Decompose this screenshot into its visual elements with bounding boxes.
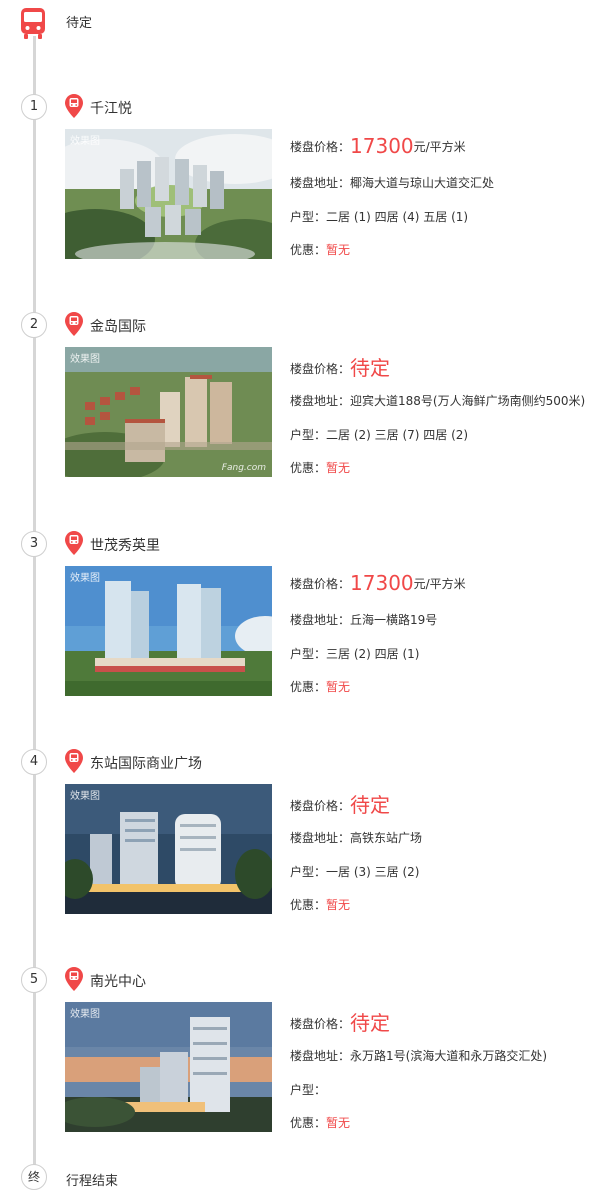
address-label: 楼盘地址： — [290, 613, 351, 627]
photo-tag: 效果图 — [70, 136, 100, 147]
price-label: 楼盘价格： — [290, 577, 351, 591]
price-unit: 元/平方米 — [413, 140, 466, 154]
end-label: 行程结束 — [66, 1174, 119, 1189]
step-number: 3 — [21, 531, 47, 557]
address-value: 丘海一横路19号 — [350, 613, 438, 627]
layout-label: 户型： — [290, 428, 327, 442]
layout-row: 户型：三居 (2) 四居 (1) — [290, 645, 419, 662]
bus-pin-icon — [65, 749, 83, 773]
layout-row: 户型：二居 (1) 四居 (4) 五居 (1) — [290, 208, 468, 225]
address-label: 楼盘地址： — [290, 1049, 351, 1063]
promo-value: 暂无 — [326, 461, 351, 475]
property-photo[interactable]: 效果图 Fang.com — [65, 347, 272, 477]
promo-row: 优惠：暂无 — [290, 1114, 350, 1131]
price-row: 楼盘价格：17300元/平方米 — [290, 571, 466, 595]
promo-label: 优惠： — [290, 898, 327, 912]
price-row: 楼盘价格：17300元/平方米 — [290, 134, 466, 158]
bus-pin-icon — [65, 312, 83, 336]
price-row: 楼盘价格：待定 — [290, 789, 390, 818]
start-label: 待定 — [66, 16, 93, 31]
property-photo[interactable]: 效果图 — [65, 129, 272, 259]
price-value: 待定 — [350, 793, 391, 817]
address-value: 椰海大道与琼山大道交汇处 — [350, 176, 495, 190]
property-photo[interactable]: 效果图 — [65, 1002, 272, 1132]
promo-value: 暂无 — [326, 898, 351, 912]
price-value: 17300 — [350, 134, 414, 158]
promo-label: 优惠： — [290, 461, 327, 475]
layout-label: 户型： — [290, 1083, 327, 1097]
property-name[interactable]: 东站国际商业广场 — [90, 753, 202, 773]
timeline-line — [33, 36, 36, 1176]
step-number: 4 — [21, 749, 47, 775]
price-label: 楼盘价格： — [290, 1017, 351, 1031]
property-name[interactable]: 世茂秀英里 — [90, 535, 160, 555]
layout-label: 户型： — [290, 865, 327, 879]
step-number: 5 — [21, 967, 47, 993]
step-number: 1 — [21, 94, 47, 120]
promo-row: 优惠：暂无 — [290, 459, 350, 476]
address-row: 楼盘地址：高铁东站广场 — [290, 829, 422, 846]
property-name[interactable]: 千江悦 — [90, 98, 132, 118]
property-name[interactable]: 南光中心 — [90, 971, 146, 991]
address-value: 迎宾大道188号(万人海鲜广场南侧约500米) — [350, 394, 586, 408]
bus-pin-icon — [65, 531, 83, 555]
layout-row: 户型：一居 (3) 三居 (2) — [290, 863, 419, 880]
property-photo[interactable]: 效果图 — [65, 566, 272, 696]
bus-pin-icon — [65, 967, 83, 991]
address-row: 楼盘地址：迎宾大道188号(万人海鲜广场南侧约500米) — [290, 392, 585, 409]
address-row: 楼盘地址：丘海一横路19号 — [290, 611, 437, 628]
address-value: 高铁东站广场 — [350, 831, 423, 845]
layout-row: 户型： — [290, 1081, 326, 1098]
property-photo[interactable]: 效果图 — [65, 784, 272, 914]
layout-value: 一居 (3) 三居 (2) — [326, 865, 420, 879]
promo-value: 暂无 — [326, 243, 351, 257]
price-label: 楼盘价格： — [290, 362, 351, 376]
bus-pin-icon — [65, 94, 83, 118]
price-value: 待定 — [350, 356, 391, 380]
photo-watermark: Fang.com — [221, 463, 266, 473]
step-number: 2 — [21, 312, 47, 338]
promo-value: 暂无 — [326, 1116, 351, 1130]
price-row: 楼盘价格：待定 — [290, 1007, 390, 1036]
promo-row: 优惠：暂无 — [290, 896, 350, 913]
address-label: 楼盘地址： — [290, 176, 351, 190]
promo-label: 优惠： — [290, 243, 327, 257]
price-unit: 元/平方米 — [413, 577, 466, 591]
address-row: 楼盘地址：永万路1号(滨海大道和永万路交汇处) — [290, 1047, 547, 1064]
layout-value: 三居 (2) 四居 (1) — [326, 647, 420, 661]
layout-row: 户型：二居 (2) 三居 (7) 四居 (2) — [290, 426, 468, 443]
promo-row: 优惠：暂无 — [290, 241, 350, 258]
end-marker: 终 — [21, 1164, 47, 1190]
promo-value: 暂无 — [326, 680, 351, 694]
photo-tag: 效果图 — [70, 573, 100, 584]
address-row: 楼盘地址：椰海大道与琼山大道交汇处 — [290, 174, 494, 191]
price-row: 楼盘价格：待定 — [290, 352, 390, 381]
photo-tag: 效果图 — [70, 791, 100, 802]
price-label: 楼盘价格： — [290, 140, 351, 154]
property-name[interactable]: 金岛国际 — [90, 316, 146, 336]
layout-value: 二居 (1) 四居 (4) 五居 (1) — [326, 210, 469, 224]
bus-icon — [21, 8, 45, 39]
promo-label: 优惠： — [290, 1116, 327, 1130]
address-label: 楼盘地址： — [290, 394, 351, 408]
layout-value: 二居 (2) 三居 (7) 四居 (2) — [326, 428, 469, 442]
promo-row: 优惠：暂无 — [290, 678, 350, 695]
photo-tag: 效果图 — [70, 354, 100, 365]
promo-label: 优惠： — [290, 680, 327, 694]
address-value: 永万路1号(滨海大道和永万路交汇处) — [350, 1049, 548, 1063]
layout-label: 户型： — [290, 647, 327, 661]
layout-label: 户型： — [290, 210, 327, 224]
photo-tag: 效果图 — [70, 1009, 100, 1020]
address-label: 楼盘地址： — [290, 831, 351, 845]
price-value: 17300 — [350, 571, 414, 595]
price-value: 待定 — [350, 1011, 391, 1035]
price-label: 楼盘价格： — [290, 799, 351, 813]
